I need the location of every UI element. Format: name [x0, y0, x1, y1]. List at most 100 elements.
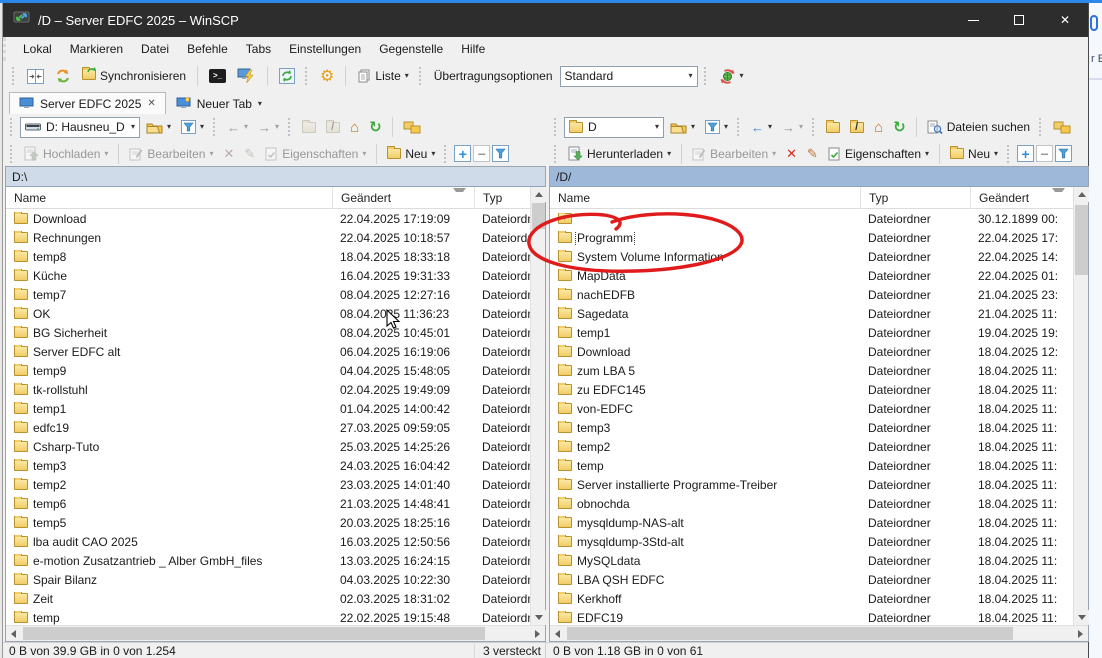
scroll-down-arrow[interactable] [531, 610, 546, 625]
local-rename-button[interactable]: ✎ [240, 143, 259, 165]
upload-button[interactable]: Hochladen ▾ [20, 143, 112, 164]
scrollbar-thumb[interactable] [23, 627, 485, 640]
file-row[interactable]: temp8 18.04.2025 18:33:18 Dateiordner [6, 247, 530, 266]
remote-properties-button[interactable]: Eigenschaften ▾ [824, 144, 933, 164]
file-row[interactable]: edfc19 27.03.2025 09:59:05 Dateiordner [6, 418, 530, 437]
local-edit-button[interactable]: Bearbeiten ▾ [125, 144, 217, 164]
remote-unselect-button[interactable]: − [1036, 145, 1053, 162]
remote-selection-filter-button[interactable] [1055, 145, 1072, 162]
file-row[interactable]: MySQLdata Dateiordner 18.04.2025 11: [550, 551, 1073, 570]
local-unselect-button[interactable]: − [473, 145, 490, 162]
local-directory-tree-button[interactable] [399, 117, 425, 137]
menu-item[interactable]: Gegenstelle [370, 39, 452, 59]
scroll-up-arrow[interactable] [1074, 187, 1089, 202]
file-row[interactable]: temp3 24.03.2025 16:04:42 Dateiordner [6, 456, 530, 475]
remote-drive-combo[interactable]: D ▾ [564, 117, 664, 138]
menu-item[interactable]: Tabs [237, 39, 280, 59]
panel-view-button[interactable]: Liste ▾ [353, 66, 412, 86]
remote-delete-button[interactable]: ✕ [782, 143, 801, 165]
menu-item[interactable]: Datei [132, 39, 178, 59]
file-row[interactable]: e-motion Zusatzantrieb _ Alber GmbH_file… [6, 551, 530, 570]
local-forward-button[interactable]: →▾ [254, 117, 283, 138]
scrollbar-thumb[interactable] [567, 627, 1013, 640]
file-row[interactable]: nachEDFB Dateiordner 21.04.2025 23: [550, 285, 1073, 304]
menu-item[interactable]: Markieren [61, 39, 132, 59]
file-row[interactable]: BG Sicherheit 08.04.2025 10:45:01 Dateio… [6, 323, 530, 342]
tab-new-tab[interactable]: Neuer Tab ▾ [166, 92, 272, 114]
local-vertical-scrollbar[interactable] [530, 187, 545, 625]
remote-directory-tree-button[interactable] [1049, 117, 1075, 137]
file-row[interactable]: OK 08.04.2025 11:36:23 Dateiordner [6, 304, 530, 323]
scroll-left-arrow[interactable] [6, 626, 22, 641]
minimize-button[interactable] [950, 3, 996, 37]
local-drive-combo[interactable]: D: Hausneu_D ▾ [20, 117, 140, 138]
file-row[interactable]: temp2 23.03.2025 14:01:40 Dateiordner [6, 475, 530, 494]
remote-horizontal-scrollbar[interactable] [550, 625, 1088, 641]
file-row[interactable]: Download Dateiordner 18.04.2025 12: [550, 342, 1073, 361]
file-row[interactable]: tk-rollstuhl 02.04.2025 19:49:09 Dateior… [6, 380, 530, 399]
column-header-type[interactable]: Typ [860, 187, 970, 209]
scrollbar-thumb[interactable] [532, 203, 545, 229]
local-open-directory-button[interactable]: ▾ [142, 118, 175, 137]
file-row[interactable]: temp7 08.04.2025 12:27:16 Dateiordner [6, 285, 530, 304]
local-delete-button[interactable]: ✕ [219, 143, 238, 165]
file-row[interactable]: temp5 20.03.2025 18:25:16 Dateiordner [6, 513, 530, 532]
scroll-up-arrow[interactable] [531, 187, 546, 202]
column-header-modified[interactable]: Geändert [970, 187, 1073, 209]
toolbar-grip[interactable] [812, 118, 817, 136]
toolbar-grip[interactable] [444, 145, 449, 163]
file-row[interactable]: MapData Dateiordner 22.04.2025 01: [550, 266, 1073, 285]
remote-parent-directory-button[interactable] [822, 119, 844, 136]
toolbar-grip[interactable] [288, 118, 293, 136]
file-row[interactable]: Server installierte Programme-Treiber Da… [550, 475, 1073, 494]
remote-home-directory-button[interactable]: ⌂ [870, 116, 887, 139]
file-row[interactable]: Csharp-Tuto 25.03.2025 14:25:26 Dateiord… [6, 437, 530, 456]
tab-server-edfc-2025[interactable]: Server EDFC 2025 ✕ [9, 92, 166, 114]
file-row[interactable]: Dateiordner 30.12.1899 00: [550, 209, 1073, 228]
local-new-button[interactable]: Neu ▾ [383, 144, 439, 164]
local-refresh-button[interactable]: ↻ [365, 115, 386, 139]
file-row[interactable]: obnochda Dateiordner 18.04.2025 11: [550, 494, 1073, 513]
maximize-button[interactable] [996, 3, 1042, 37]
remote-open-directory-button[interactable]: ▾ [666, 118, 699, 137]
compare-panels-button[interactable] [23, 66, 48, 87]
scroll-left-arrow[interactable] [550, 626, 566, 641]
scroll-down-arrow[interactable] [1074, 610, 1089, 625]
file-row[interactable]: lba audit CAO 2025 16.03.2025 12:50:56 D… [6, 532, 530, 551]
local-select-button[interactable]: + [454, 145, 471, 162]
remote-back-button[interactable]: ←▾ [747, 117, 776, 138]
local-root-directory-button[interactable] [322, 119, 344, 136]
file-row[interactable]: zum LBA 5 Dateiordner 18.04.2025 11: [550, 361, 1073, 380]
toolbar-grip[interactable] [554, 145, 559, 163]
remote-refresh-button[interactable]: ↻ [889, 115, 910, 139]
file-row[interactable]: temp 22.02.2025 19:15:48 Dateiordner [6, 608, 530, 625]
scroll-right-arrow[interactable] [1072, 626, 1088, 641]
file-row[interactable]: Rechnungen 22.04.2025 10:18:57 Dateiordn… [6, 228, 530, 247]
file-row[interactable]: zu EDFC145 Dateiordner 18.04.2025 11: [550, 380, 1073, 399]
file-row[interactable]: Zeit 02.03.2025 18:31:02 Dateiordner [6, 589, 530, 608]
tab-close-icon[interactable]: ✕ [147, 98, 155, 109]
file-row[interactable]: temp1 01.04.2025 14:00:42 Dateiordner [6, 399, 530, 418]
remote-filter-button[interactable]: ▾ [701, 117, 732, 137]
file-row[interactable]: temp9 04.04.2025 15:48:05 Dateiordner [6, 361, 530, 380]
file-row[interactable]: EDFC19 Dateiordner 18.04.2025 11: [550, 608, 1073, 625]
close-button[interactable]: ✕ [1042, 3, 1088, 37]
file-row[interactable]: System Volume Information Dateiordner 22… [550, 247, 1073, 266]
find-files-button[interactable]: Dateien suchen [923, 117, 1034, 138]
remote-path-bar[interactable]: /D/ [550, 167, 1088, 187]
scrollbar-thumb[interactable] [1075, 205, 1088, 275]
remote-rename-button[interactable]: ✎ [803, 143, 822, 165]
toolbar-grip[interactable] [704, 67, 709, 85]
file-row[interactable]: Server EDFC alt 06.04.2025 16:19:06 Date… [6, 342, 530, 361]
file-row[interactable]: Sagedata Dateiordner 21.04.2025 11: [550, 304, 1073, 323]
local-parent-directory-button[interactable] [298, 119, 320, 136]
file-row[interactable]: temp6 21.03.2025 14:48:41 Dateiordner [6, 494, 530, 513]
file-row[interactable]: temp2 Dateiordner 18.04.2025 11: [550, 437, 1073, 456]
transfer-settings-button[interactable]: ▾ [715, 65, 748, 88]
remote-select-button[interactable]: + [1017, 145, 1034, 162]
toolbar-grip[interactable] [213, 118, 218, 136]
file-row[interactable]: mysqldump-NAS-alt Dateiordner 18.04.2025… [550, 513, 1073, 532]
file-row[interactable]: temp Dateiordner 18.04.2025 11: [550, 456, 1073, 475]
local-filter-button[interactable]: ▾ [177, 117, 208, 137]
menu-item[interactable]: Lokal [14, 39, 61, 59]
